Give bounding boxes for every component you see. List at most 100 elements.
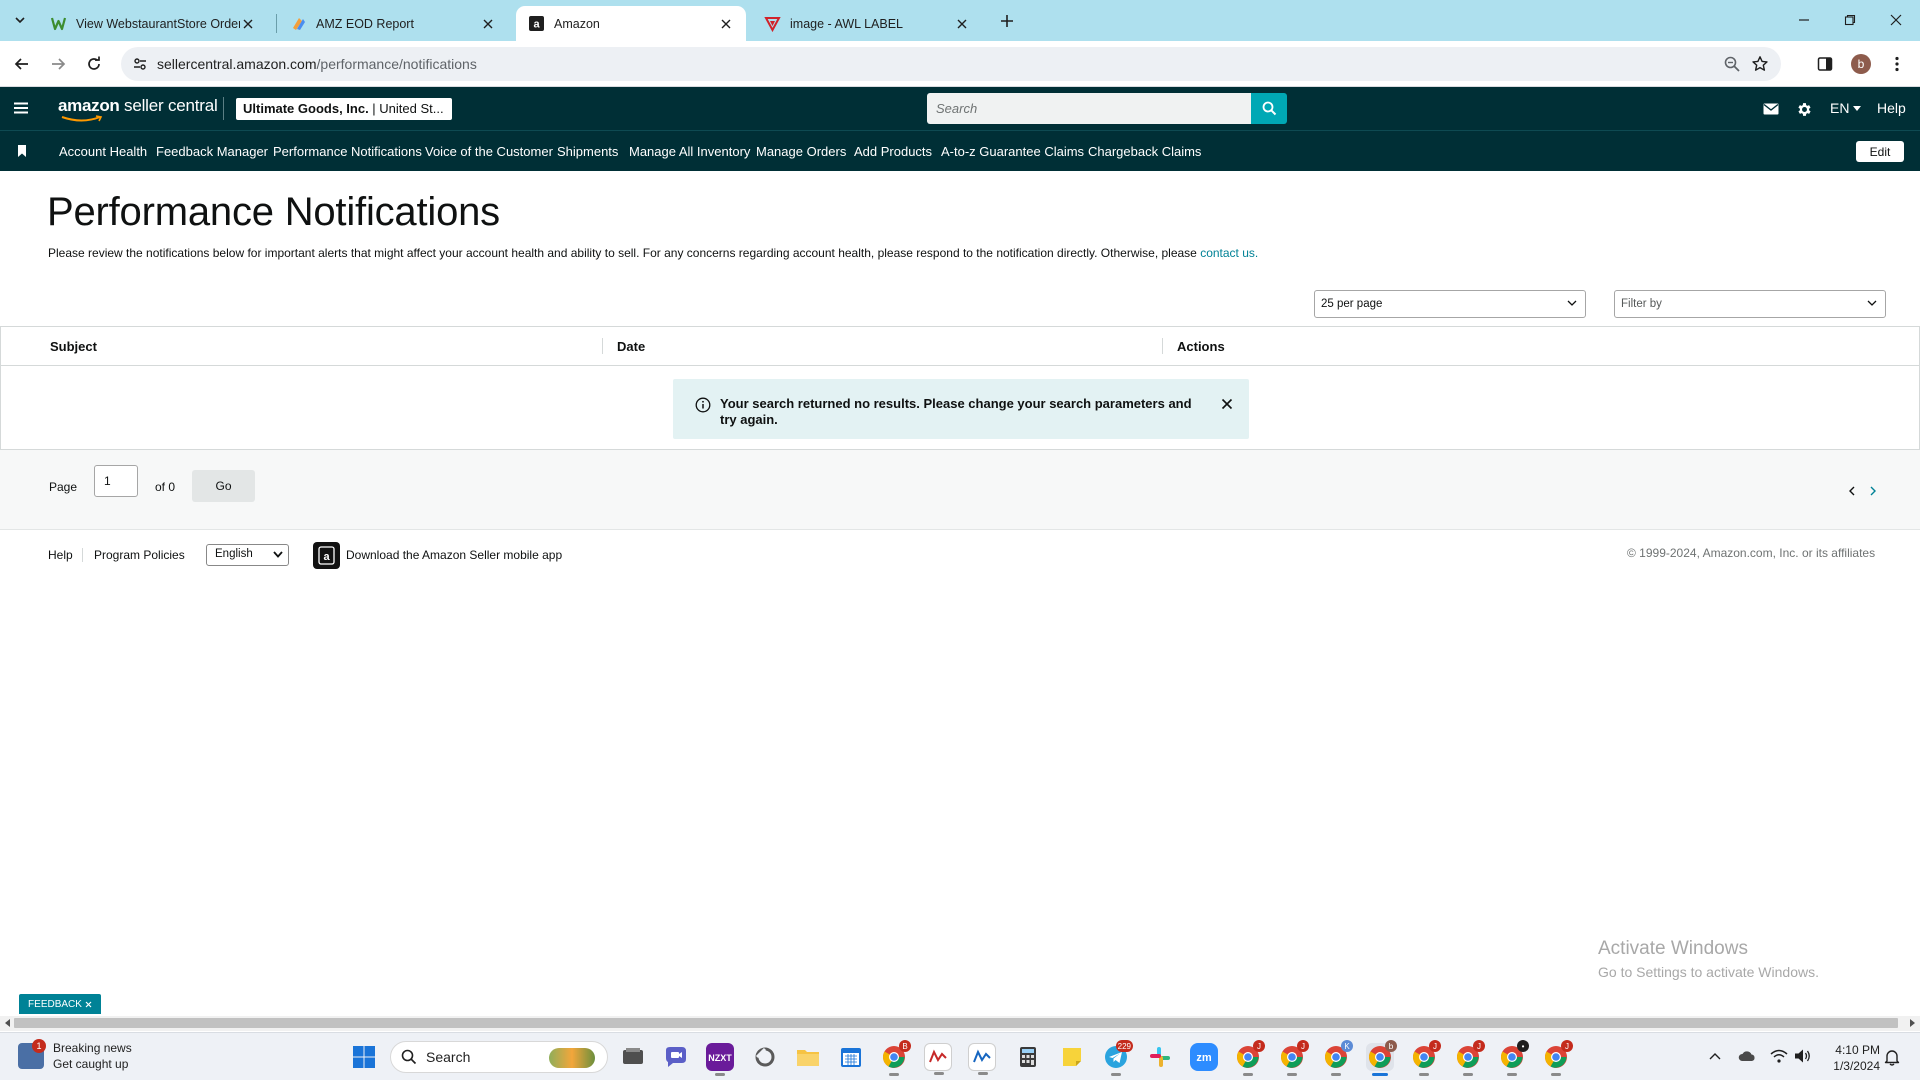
stock-chart-app-icon[interactable]	[968, 1043, 996, 1075]
calculator-icon[interactable]	[1014, 1043, 1042, 1071]
nav-link-performance-notifications[interactable]: Performance Notifications	[273, 144, 422, 159]
language-selector[interactable]: EN	[1830, 100, 1862, 116]
close-window-button[interactable]	[1876, 8, 1916, 32]
close-icon[interactable]	[718, 16, 734, 32]
close-icon[interactable]	[954, 16, 970, 32]
search-button[interactable]	[1251, 93, 1287, 124]
info-icon	[695, 397, 711, 413]
reload-button[interactable]	[82, 52, 106, 76]
go-button[interactable]: Go	[192, 470, 255, 502]
footer-program-policies-link[interactable]: Program Policies	[94, 548, 185, 562]
arrow-left-icon	[14, 58, 28, 70]
chrome-profile-icon[interactable]: J	[1278, 1040, 1309, 1076]
windows-start-icon[interactable]	[352, 1045, 376, 1069]
show-hidden-icons-button[interactable]	[1706, 1047, 1724, 1065]
chrome-profile-icon[interactable]: J	[1410, 1040, 1441, 1076]
side-panel-button[interactable]	[1813, 52, 1837, 76]
close-icon[interactable]	[240, 16, 256, 32]
chrome-profile-icon[interactable]: B	[880, 1040, 911, 1076]
previous-page-button[interactable]	[1845, 484, 1859, 498]
site-info-icon[interactable]	[131, 55, 149, 73]
browser-menu-button[interactable]	[1885, 52, 1909, 76]
settings-button[interactable]	[1794, 99, 1814, 119]
footer-language-select[interactable]: English	[206, 544, 289, 566]
telegram-icon[interactable]: 229	[1102, 1040, 1133, 1076]
task-view-icon[interactable]	[619, 1043, 647, 1071]
page-title: Performance Notifications	[47, 190, 500, 234]
nav-link-shipments[interactable]: Shipments	[557, 144, 618, 159]
menu-button[interactable]	[12, 99, 30, 117]
nzxt-cam-icon[interactable]: NZXT	[706, 1043, 734, 1076]
calendar-icon[interactable]	[837, 1043, 865, 1071]
messages-button[interactable]	[1761, 99, 1781, 119]
nav-link-manage-orders[interactable]: Manage Orders	[756, 144, 846, 159]
column-header-subject[interactable]: Subject	[50, 327, 97, 365]
profile-button[interactable]: b	[1849, 52, 1873, 76]
download-app-link[interactable]: Download the Amazon Seller mobile app	[346, 548, 562, 562]
teams-meet-icon[interactable]	[662, 1043, 690, 1071]
forward-button[interactable]	[46, 52, 70, 76]
footer-help-link[interactable]: Help	[48, 548, 73, 562]
chrome-profile-icon[interactable]: J	[1542, 1040, 1573, 1076]
next-page-button[interactable]	[1866, 484, 1880, 498]
tab-search-button[interactable]	[8, 9, 32, 31]
help-link[interactable]: Help	[1877, 100, 1906, 116]
slack-icon[interactable]	[1146, 1043, 1174, 1071]
zoom-app-icon[interactable]: zm	[1190, 1043, 1218, 1071]
nav-link-voice-of-the-customer[interactable]: Voice of the Customer	[425, 144, 553, 159]
seller-central-header: amazon seller central Ultimate Goods, In…	[0, 87, 1920, 130]
tab-amazon[interactable]: a Amazon	[516, 6, 746, 41]
nav-link-feedback-manager[interactable]: Feedback Manager	[156, 144, 268, 159]
per-page-select[interactable]: 25 per page	[1314, 290, 1586, 318]
pagination-bar: Page of 0 Go	[0, 450, 1920, 530]
search-input[interactable]	[927, 93, 1253, 124]
taskbar-clock[interactable]: 4:10 PM 1/3/2024	[1820, 1042, 1880, 1074]
edit-bookmarks-button[interactable]: Edit	[1856, 141, 1904, 162]
nav-link-account-health[interactable]: Account Health	[59, 144, 147, 159]
wifi-icon[interactable]	[1770, 1047, 1788, 1065]
tab-awl-label[interactable]: image - AWL LABEL	[752, 6, 982, 41]
new-tab-button[interactable]	[995, 9, 1019, 33]
news-widget[interactable]: 1 Breaking news Get caught up	[18, 1039, 132, 1071]
volume-icon[interactable]	[1794, 1047, 1812, 1065]
scrollbar-thumb[interactable]	[14, 1018, 1898, 1028]
bookmark-star-icon[interactable]	[1751, 55, 1769, 73]
nav-link-manage-all-inventory[interactable]: Manage All Inventory	[629, 144, 750, 159]
file-explorer-icon[interactable]	[794, 1043, 822, 1071]
chrome-profile-icon[interactable]: •	[1498, 1040, 1529, 1076]
sticky-notes-icon[interactable]	[1058, 1043, 1086, 1071]
chrome-profile-icon[interactable]: K	[1322, 1040, 1353, 1076]
page-number-input[interactable]	[94, 465, 138, 497]
tab-webstaurant[interactable]: View WebstaurantStore Orders	[38, 6, 268, 41]
horizontal-scrollbar[interactable]	[0, 1016, 1920, 1031]
restore-button[interactable]	[1830, 8, 1870, 32]
sync-app-icon[interactable]	[751, 1043, 779, 1071]
filter-select[interactable]: Filter by	[1614, 290, 1886, 318]
tab-amz-eod-report[interactable]: AMZ EOD Report	[278, 6, 508, 41]
minimize-button[interactable]	[1784, 8, 1824, 32]
zoom-icon[interactable]	[1723, 55, 1741, 73]
feedback-button[interactable]: FEEDBACK	[19, 994, 101, 1014]
browser-toolbar: sellercentral.amazon.com/performance/not…	[0, 41, 1920, 87]
chrome-profile-icon[interactable]: J	[1454, 1040, 1485, 1076]
back-button[interactable]	[10, 52, 34, 76]
column-header-date[interactable]: Date	[617, 327, 645, 365]
contact-us-link[interactable]: contact us.	[1200, 246, 1258, 260]
windows-taskbar: 1 Breaking news Get caught up Search NZX…	[0, 1032, 1920, 1080]
account-selector[interactable]: Ultimate Goods, Inc. | United St...	[236, 98, 452, 120]
chrome-profile-icon[interactable]: J	[1234, 1040, 1265, 1076]
onedrive-icon[interactable]	[1738, 1047, 1756, 1065]
notification-bell-icon[interactable]	[1884, 1048, 1900, 1066]
running-indicator	[1463, 1073, 1473, 1076]
close-icon[interactable]	[1221, 398, 1233, 410]
nav-link-add-products[interactable]: Add Products	[854, 144, 932, 159]
stock-chart-app-icon[interactable]	[924, 1043, 952, 1075]
taskbar-search[interactable]: Search	[390, 1041, 608, 1073]
address-bar[interactable]: sellercentral.amazon.com/performance/not…	[121, 47, 1781, 81]
nav-link-chargeback-claims[interactable]: Chargeback Claims	[1088, 144, 1201, 159]
close-icon[interactable]	[480, 16, 496, 32]
nav-link-a-to-z-claims[interactable]: A-to-z Guarantee Claims	[941, 144, 1084, 159]
seller-central-logo[interactable]: amazon seller central	[58, 96, 218, 122]
chrome-profile-icon[interactable]: b	[1366, 1040, 1397, 1076]
amazon-seller-app-icon[interactable]: a	[313, 542, 340, 569]
